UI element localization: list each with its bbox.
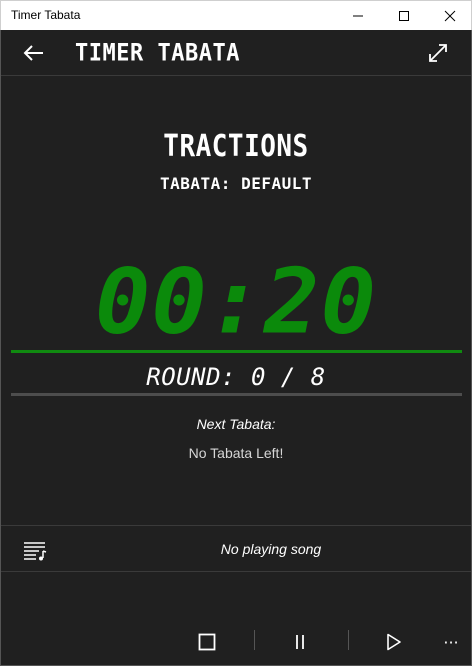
window-titlebar: Timer Tabata bbox=[0, 0, 472, 30]
tabata-name: TABATA: DEFAULT bbox=[1, 174, 471, 193]
play-button[interactable] bbox=[374, 624, 414, 660]
close-button[interactable] bbox=[427, 1, 472, 31]
window-title: Timer Tabata bbox=[11, 8, 81, 22]
playlist-button[interactable] bbox=[21, 537, 49, 563]
round-current: 0 bbox=[250, 363, 266, 391]
timer-display: 00:20 bbox=[95, 249, 377, 354]
minimize-button[interactable] bbox=[335, 1, 381, 31]
command-bar: ··· bbox=[1, 624, 471, 664]
round-progress-bar bbox=[11, 393, 462, 396]
pause-icon bbox=[296, 635, 304, 649]
command-separator bbox=[348, 630, 349, 650]
close-icon bbox=[444, 10, 456, 22]
stop-button[interactable] bbox=[187, 624, 227, 660]
maximize-icon bbox=[399, 11, 409, 21]
tabata-label: TABATA: bbox=[159, 174, 231, 193]
tabata-value: DEFAULT bbox=[241, 174, 312, 193]
round-total: 8 bbox=[310, 363, 326, 391]
music-bar: No playing song bbox=[1, 525, 471, 572]
app-header: TIMER TABATA bbox=[1, 30, 471, 76]
maximize-button[interactable] bbox=[381, 1, 427, 31]
pause-button[interactable] bbox=[280, 624, 320, 660]
round-label: ROUND: bbox=[146, 363, 236, 391]
next-tabata-value: No Tabata Left! bbox=[188, 445, 284, 461]
app-window: TIMER TABATA TRACTIONS TABATA: DEFAULT 0… bbox=[0, 30, 472, 666]
stop-icon bbox=[198, 633, 216, 651]
minimize-icon bbox=[353, 15, 363, 17]
next-tabata-label: Next Tabata: bbox=[196, 416, 276, 432]
command-separator bbox=[254, 630, 255, 650]
round-counter: ROUND: 0 / 8 bbox=[1, 363, 471, 391]
time-progress-bar bbox=[11, 350, 462, 353]
back-button[interactable] bbox=[19, 38, 49, 68]
play-icon bbox=[387, 633, 401, 651]
app-title: TIMER TABATA bbox=[75, 39, 240, 68]
exercise-name: TRACTIONS bbox=[163, 129, 309, 165]
fullscreen-icon bbox=[429, 44, 447, 62]
back-arrow-icon bbox=[23, 45, 43, 61]
current-song: No playing song bbox=[220, 541, 322, 557]
playlist-icon bbox=[24, 542, 47, 561]
more-button[interactable]: ··· bbox=[431, 624, 471, 660]
round-separator: / bbox=[280, 363, 296, 391]
fullscreen-button[interactable] bbox=[425, 40, 451, 66]
time-progress-fill bbox=[11, 350, 462, 353]
